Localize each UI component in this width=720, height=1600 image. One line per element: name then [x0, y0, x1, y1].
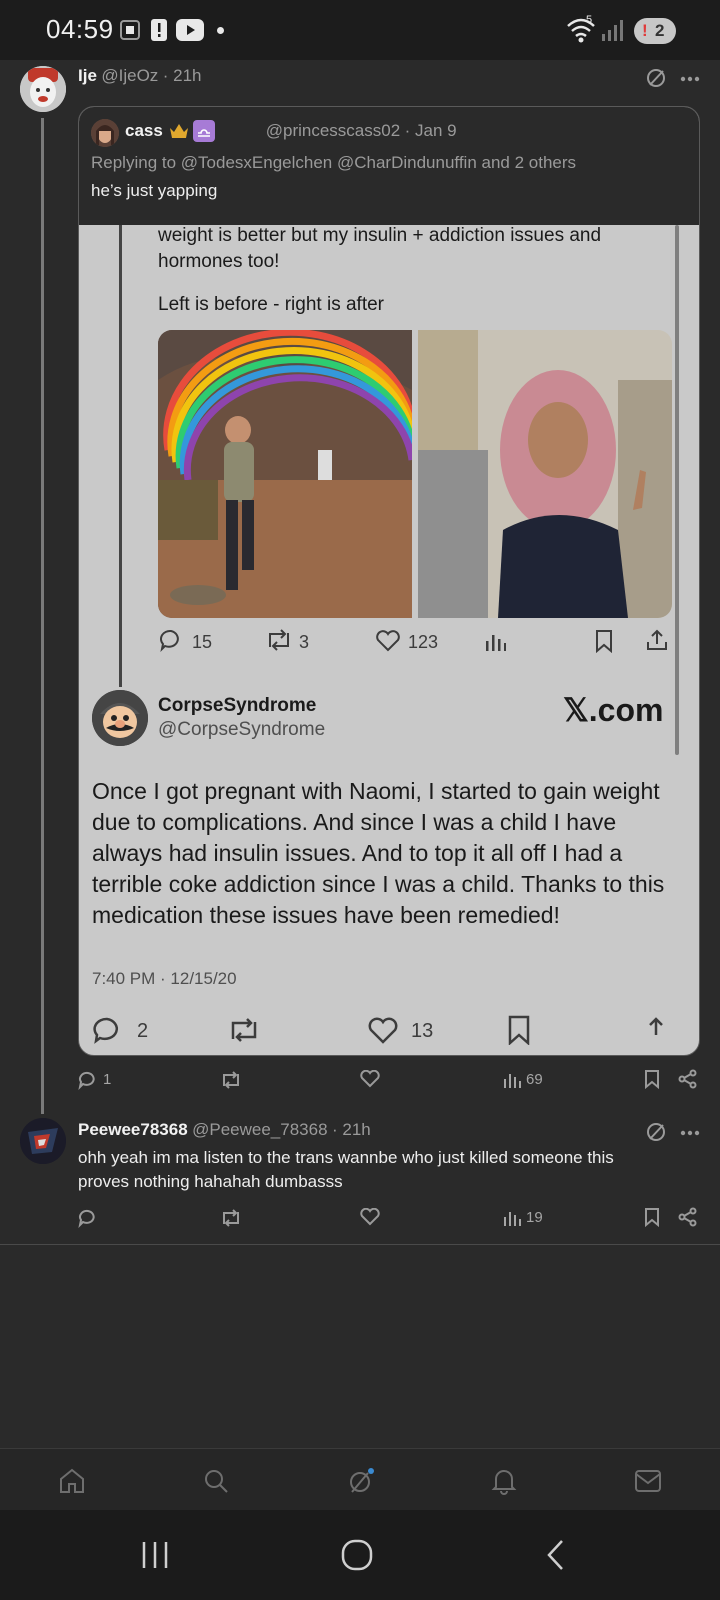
signal-icon: [602, 18, 624, 42]
wifi-label: 5: [586, 14, 593, 26]
bottom-tab-bar: [0, 1448, 720, 1511]
post-text: ohh yeah im ma listen to the trans wannb…: [78, 1148, 614, 1191]
bookmark-button[interactable]: [643, 1069, 661, 1089]
repost-button[interactable]: [220, 1071, 242, 1089]
notifications-icon[interactable]: [490, 1467, 518, 1495]
quote-date: · Jan 9: [404, 121, 457, 140]
reply-button[interactable]: [78, 1070, 98, 1090]
heart-icon: [375, 630, 401, 652]
post-time: · 21h: [162, 66, 202, 85]
recents-button[interactable]: [140, 1540, 170, 1570]
retweet-icon: [227, 1017, 261, 1043]
avatar: [91, 119, 119, 147]
reply-count: 1: [103, 1071, 112, 1088]
screenshot-upper-text: weight is better but my insulin + addict…: [158, 225, 602, 272]
reply-count: 15: [192, 632, 213, 652]
share-button[interactable]: [678, 1069, 698, 1089]
screenshot-icon: [118, 18, 142, 42]
author-name[interactable]: Peewee78368: [78, 1120, 188, 1139]
notification-badge: ! 2: [634, 18, 676, 44]
retweet-count: 3: [299, 632, 310, 652]
avatar: [92, 690, 148, 746]
author-handle[interactable]: @Peewee_78368: [192, 1120, 327, 1139]
more-icon[interactable]: [680, 1130, 700, 1136]
post-header: Ije @IjeOz · 21h: [78, 66, 202, 86]
reply-icon: [159, 628, 183, 652]
reply-button[interactable]: [78, 1208, 98, 1228]
screenshot-caption: Left is before - right is after: [158, 294, 384, 315]
replying-to-handles[interactable]: @TodesxEngelchen @CharDindunuffin: [181, 153, 477, 172]
status-bar: 04:59 5 ! 2: [0, 0, 720, 60]
tweet-body: Once I got pregnant with Naomi, I starte…: [92, 778, 665, 928]
grok-icon[interactable]: [646, 1122, 666, 1142]
views-icon[interactable]: [503, 1071, 521, 1089]
thread-line: [41, 118, 44, 1114]
screenshot-thread-line: [119, 225, 122, 687]
bookmark-button[interactable]: [643, 1207, 661, 1227]
view-count: 69: [526, 1071, 543, 1088]
replying-to: Replying to @TodesxEngelchen @CharDindun…: [91, 153, 577, 172]
view-count: 19: [526, 1209, 543, 1226]
crown-icon: [169, 122, 189, 140]
reply-icon: [92, 1015, 122, 1045]
post-time: · 21h: [331, 1120, 371, 1139]
views-icon: [484, 631, 506, 653]
bookmark-icon: [507, 1015, 531, 1045]
quote-author-name: cass: [125, 121, 163, 140]
wifi-icon: 5: [566, 14, 596, 44]
author-handle[interactable]: @IjeOz: [101, 66, 158, 85]
alert-icon: [150, 18, 168, 42]
before-photo: [158, 330, 412, 618]
youtube-icon: [176, 19, 204, 41]
retweet-icon: [265, 629, 293, 651]
search-icon[interactable]: [202, 1467, 230, 1495]
scrollbar: [675, 225, 679, 755]
avatar[interactable]: [20, 66, 66, 112]
tweet-author-handle: @CorpseSyndrome: [158, 719, 326, 740]
back-button[interactable]: [544, 1538, 568, 1572]
avatar[interactable]: [20, 1118, 66, 1164]
divider: [0, 1244, 720, 1245]
tweet-author-name: CorpseSyndrome: [158, 695, 317, 716]
quote-text: he’s just yapping: [91, 181, 218, 200]
tweet-reply-count: 2: [137, 1020, 149, 1042]
clock: 04:59: [46, 14, 114, 44]
libra-icon: [193, 120, 215, 142]
quote-header: cass @princesscass02 · Jan 9 Replying to…: [79, 107, 699, 225]
system-nav-bar: [0, 1510, 720, 1600]
bookmark-icon: [594, 629, 614, 653]
like-count: 123: [408, 632, 439, 652]
author-name[interactable]: Ije: [78, 66, 97, 85]
messages-icon[interactable]: [634, 1469, 662, 1493]
views-icon[interactable]: [503, 1209, 521, 1227]
quote-author-handle: @princesscass02: [265, 121, 401, 140]
share-icon: [641, 1015, 671, 1045]
grok-icon[interactable]: [646, 68, 666, 88]
heart-icon: [367, 1017, 399, 1045]
after-photo: [418, 330, 672, 618]
x-logo: 𝕏.com: [563, 692, 664, 728]
tweet-timestamp: 7:40 PM · 12/15/20: [92, 969, 237, 988]
like-button[interactable]: [360, 1070, 380, 1088]
dot-icon: [217, 27, 224, 34]
repost-button[interactable]: [220, 1209, 242, 1227]
share-button[interactable]: [678, 1207, 698, 1227]
home-icon[interactable]: [58, 1467, 86, 1495]
more-icon[interactable]: [680, 76, 700, 82]
share-icon: [645, 628, 669, 652]
post-header: Peewee78368 @Peewee_78368 · 21h: [78, 1120, 371, 1140]
grok-tab-icon[interactable]: [346, 1467, 376, 1497]
quoted-post[interactable]: cass @princesscass02 · Jan 9 Replying to…: [78, 106, 700, 1056]
like-button[interactable]: [360, 1208, 380, 1226]
tweet-like-count: 13: [411, 1020, 434, 1042]
home-button[interactable]: [340, 1538, 374, 1572]
